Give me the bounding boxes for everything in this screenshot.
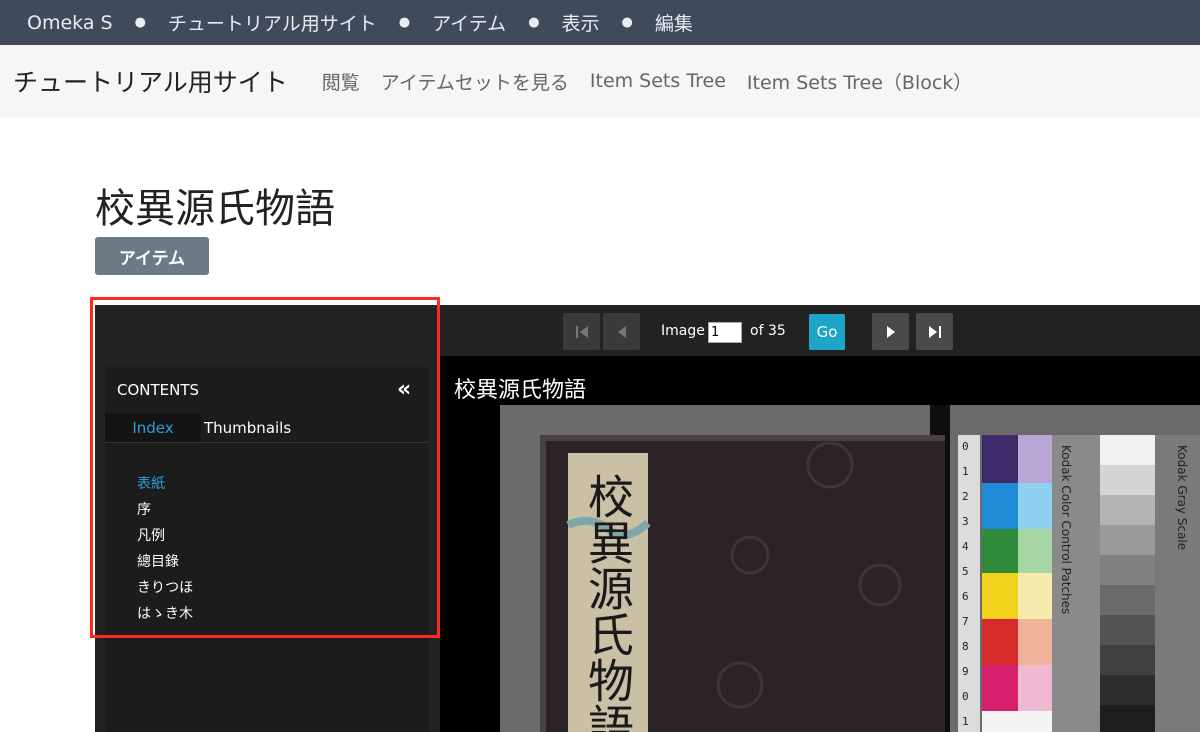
prev-page-button[interactable]: [603, 313, 640, 350]
book-spine-title: 校異源氏物語: [581, 473, 635, 732]
svg-text:3: 3: [962, 515, 969, 528]
svg-text:5: 5: [962, 565, 969, 578]
breadcrumb-site[interactable]: チュートリアル用サイト: [168, 9, 377, 36]
svg-text:7: 7: [962, 615, 969, 628]
last-page-icon: [928, 325, 941, 338]
svg-text:6: 6: [962, 590, 969, 603]
svg-text:8: 8: [962, 640, 969, 653]
highlight-annotation-box: [90, 297, 440, 638]
prev-page-icon: [617, 325, 626, 338]
svg-text:1: 1: [962, 715, 969, 728]
page-count-label: of 35: [750, 323, 786, 339]
breadcrumb-separator: ●: [398, 15, 411, 30]
resource-type-badge: アイテム: [95, 237, 209, 275]
svg-text:0: 0: [962, 690, 969, 703]
nav-link-browse[interactable]: 閲覧: [322, 68, 360, 95]
page-number-input[interactable]: [708, 322, 742, 343]
next-page-button[interactable]: [872, 313, 909, 350]
svg-text:1: 1: [962, 465, 969, 478]
nav-link-item-sets-tree[interactable]: Item Sets Tree: [590, 70, 726, 92]
kodak-color-label: Kodak Color Control Patches: [1059, 445, 1073, 614]
nav-link-item-sets-tree-block[interactable]: Item Sets Tree（Block）: [747, 68, 972, 95]
svg-text:2: 2: [962, 490, 969, 503]
svg-text:9: 9: [962, 665, 969, 678]
first-page-button[interactable]: [563, 313, 600, 350]
next-page-icon: [886, 325, 895, 338]
last-page-button[interactable]: [916, 313, 953, 350]
breadcrumb-edit[interactable]: 編集: [655, 9, 693, 36]
breadcrumb-separator: ●: [621, 15, 633, 30]
breadcrumb-separator: ●: [134, 15, 146, 30]
page-title: 校異源氏物語: [95, 186, 335, 232]
site-navigation: チュートリアル用サイト 閲覧 アイテムセットを見る Item Sets Tree…: [0, 45, 1200, 117]
breadcrumb-separator: ●: [528, 15, 540, 30]
image-label: Image: [661, 323, 705, 339]
nav-link-item-sets[interactable]: アイテムセットを見る: [381, 68, 569, 95]
first-page-icon: [575, 325, 588, 338]
site-title[interactable]: チュートリアル用サイト: [13, 63, 288, 99]
image-title: 校異源氏物語: [454, 378, 587, 403]
breadcrumb-view[interactable]: 表示: [562, 9, 600, 36]
book-cover-image[interactable]: 校異源氏物語 0 1 2 3 4 5 6 7 8 9 0 1 Kodak Color Contro…: [500, 405, 1200, 732]
breadcrumb-brand[interactable]: Omeka S: [27, 12, 113, 34]
go-button[interactable]: Go: [809, 314, 845, 350]
breadcrumb-items[interactable]: アイテム: [432, 9, 506, 36]
kodak-gray-label: Kodak Gray Scale: [1175, 445, 1189, 550]
svg-text:4: 4: [962, 540, 969, 553]
admin-breadcrumb-bar: Omeka S ● チュートリアル用サイト ● アイテム ● 表示 ● 編集: [0, 0, 1200, 45]
svg-text:0: 0: [962, 440, 969, 453]
